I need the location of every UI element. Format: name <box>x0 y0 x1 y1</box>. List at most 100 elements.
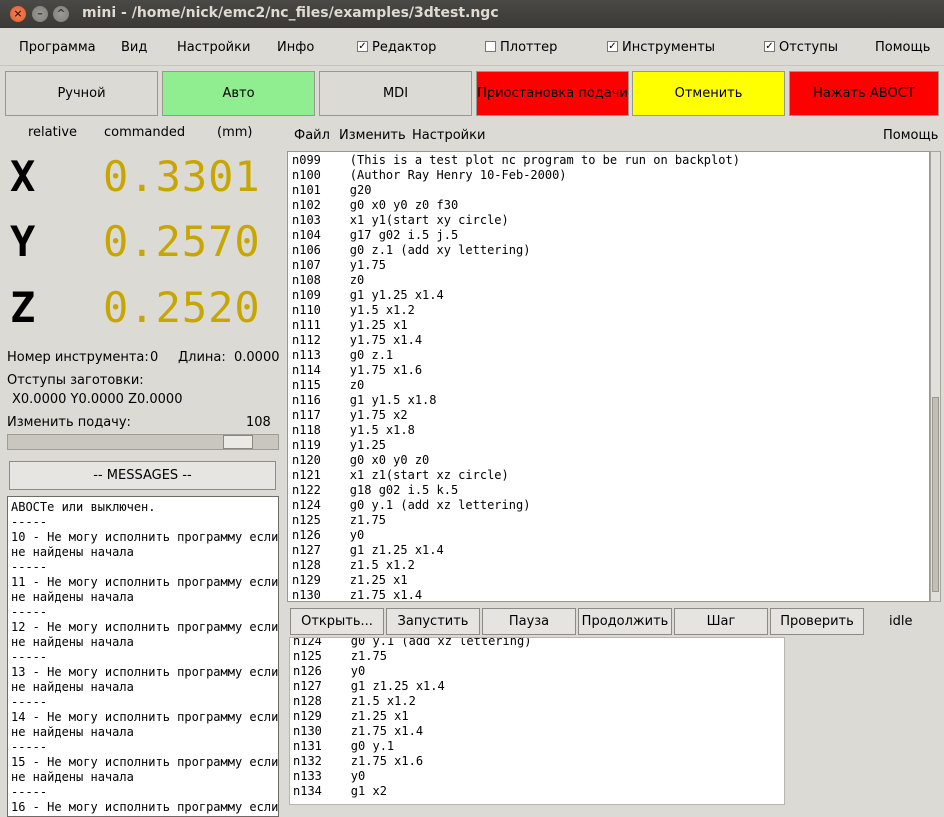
editor-menu-file[interactable]: Файл <box>294 128 330 143</box>
gcode-line: n122 g18 g02 i.5 k.5 <box>292 483 459 497</box>
offsets-checkbox[interactable]: ✓ <box>764 41 775 52</box>
feedhold-button[interactable]: Приостановка подачи <box>476 71 629 116</box>
message-line: ----- <box>11 785 48 799</box>
message-line: 14 - Не могу исполнить программу если <box>11 710 279 724</box>
message-line: 12 - Не могу исполнить программу если <box>11 620 279 634</box>
gcode-line: n101 g20 <box>292 183 372 197</box>
menu-settings[interactable]: Настройки <box>177 40 250 55</box>
gcode-line: n112 y1.75 x1.4 <box>292 333 423 347</box>
resume-button[interactable]: Продолжить <box>578 608 672 635</box>
messages-button[interactable]: -- MESSAGES -- <box>9 461 276 490</box>
program-preview[interactable]: n124 g0 y.1 (add xz lettering) n125 z1.75… <box>289 637 785 805</box>
preview-line: n126 y0 <box>293 664 366 678</box>
gcode-line: n124 g0 y.1 (add xz lettering) <box>292 498 531 512</box>
tool-number-label: Номер инструмента: <box>7 350 149 365</box>
estop-button[interactable]: Нажать АВОСТ <box>789 71 939 116</box>
abort-button[interactable]: Отменить <box>632 71 785 116</box>
tools-toggle-label[interactable]: Инструменты <box>622 40 715 55</box>
gcode-line: n107 y1.75 <box>292 258 386 272</box>
menu-bar: Программа Вид Настройки Инфо ✓ Редактор … <box>0 28 944 66</box>
preview-line: n127 g1 z1.25 x1.4 <box>293 679 445 693</box>
message-line: не найдены начала <box>11 770 134 784</box>
message-line: не найдены начала <box>11 590 134 604</box>
gcode-line: n128 z1.5 x1.2 <box>292 558 415 572</box>
manual-mode-button[interactable]: Ручной <box>5 71 158 116</box>
message-line: не найдены начала <box>11 680 134 694</box>
message-line: ----- <box>11 515 48 529</box>
gcode-line: n114 y1.75 x1.6 <box>292 363 423 377</box>
gcode-line: n115 z0 <box>292 378 365 392</box>
editor-scrollbar-thumb[interactable] <box>932 397 939 592</box>
dro-relative-label[interactable]: relative <box>28 125 77 140</box>
title-bar: × – ^ mini - /home/nick/emc2/nc_files/ex… <box>0 0 944 28</box>
gcode-line: n119 y1.25 <box>292 438 386 452</box>
plotter-toggle-label[interactable]: Плоттер <box>500 40 557 55</box>
message-line: ----- <box>11 650 48 664</box>
message-line: ----- <box>11 695 48 709</box>
gcode-line: n110 y1.5 x1.2 <box>292 303 415 317</box>
window-title: mini - /home/nick/emc2/nc_files/examples… <box>82 5 499 21</box>
minimize-icon: – <box>37 7 43 20</box>
axis-z-letter: Z <box>10 283 36 332</box>
preview-line: n132 z1.75 x1.6 <box>293 754 424 768</box>
preview-line: n134 g1 x2 <box>293 784 387 798</box>
feed-slider-handle[interactable] <box>223 435 253 449</box>
editor-menu-bar: Файл Изменить Настройки Помощь <box>287 121 940 149</box>
message-line: 13 - Не могу исполнить программу если <box>11 665 279 679</box>
close-icon: × <box>13 7 23 20</box>
auto-mode-button[interactable]: Авто <box>162 71 315 116</box>
editor-menu-settings[interactable]: Настройки <box>412 128 485 143</box>
open-file-button[interactable]: Открыть... <box>290 608 384 635</box>
gcode-line: n126 y0 <box>292 528 365 542</box>
work-offsets-label: Отступы заготовки: <box>7 373 144 388</box>
gcode-line: n130 z1.75 x1.4 <box>292 588 423 602</box>
editor-toggle-label[interactable]: Редактор <box>372 40 436 55</box>
gcode-editor[interactable]: n099 (This is a test plot nc program to … <box>287 151 930 602</box>
plotter-checkbox[interactable] <box>485 41 496 52</box>
dro-commanded-label[interactable]: commanded <box>104 125 185 140</box>
message-line: АВОСТе или выключен. <box>11 500 156 514</box>
verify-button[interactable]: Проверить <box>770 608 864 635</box>
menu-view[interactable]: Вид <box>121 40 147 55</box>
gcode-line: n104 g17 g02 i.5 j.5 <box>292 228 459 242</box>
gcode-line: n108 z0 <box>292 273 365 287</box>
message-line: ----- <box>11 740 48 754</box>
editor-scrollbar[interactable] <box>930 151 941 602</box>
message-line: 15 - Не могу исполнить программу если <box>11 755 279 769</box>
feed-override-slider[interactable] <box>7 434 279 450</box>
pause-button[interactable]: Пауза <box>482 608 576 635</box>
gcode-line: n117 y1.75 x2 <box>292 408 408 422</box>
messages-log[interactable]: АВОСТе или выключен. ----- 10 - Не могу ис… <box>7 496 279 817</box>
gcode-line: n120 g0 x0 y0 z0 <box>292 453 430 467</box>
gcode-line: n102 g0 x0 y0 z0 f30 <box>292 198 459 212</box>
editor-menu-edit[interactable]: Изменить <box>339 128 406 143</box>
tools-checkbox[interactable]: ✓ <box>607 41 618 52</box>
editor-checkbox[interactable]: ✓ <box>357 41 368 52</box>
axis-y-letter: Y <box>10 217 36 266</box>
gcode-line: n121 x1 z1(start xz circle) <box>292 468 509 482</box>
message-line: 16 - Не могу исполнить программу если <box>11 800 279 814</box>
gcode-line: n129 z1.25 x1 <box>292 573 408 587</box>
mdi-mode-button[interactable]: MDI <box>319 71 472 116</box>
run-button[interactable]: Запустить <box>386 608 480 635</box>
tool-length-label: Длина: <box>178 350 226 365</box>
axis-z-value: 0.2520 <box>103 283 261 332</box>
tool-length-value: 0.0000 <box>234 350 280 365</box>
gcode-line: n116 g1 y1.5 x1.8 <box>292 393 437 407</box>
step-button[interactable]: Шаг <box>674 608 768 635</box>
menu-info[interactable]: Инфо <box>277 40 314 55</box>
menu-help[interactable]: Помощь <box>875 40 930 55</box>
message-line: не найдены начала <box>11 635 134 649</box>
gcode-line: n111 y1.25 x1 <box>292 318 408 332</box>
maximize-window-button[interactable]: ^ <box>53 6 69 22</box>
offsets-toggle-label[interactable]: Отступы <box>779 40 838 55</box>
program-status: idle <box>889 614 913 629</box>
message-line: ----- <box>11 605 48 619</box>
gcode-line: n109 g1 y1.25 x1.4 <box>292 288 444 302</box>
close-window-button[interactable]: × <box>10 6 26 22</box>
preview-line: n128 z1.5 x1.2 <box>293 694 416 708</box>
editor-menu-help[interactable]: Помощь <box>883 128 938 143</box>
minimize-window-button[interactable]: – <box>32 6 48 22</box>
gcode-line: n099 (This is a test plot nc program to … <box>292 153 740 167</box>
menu-program[interactable]: Программа <box>19 40 96 55</box>
